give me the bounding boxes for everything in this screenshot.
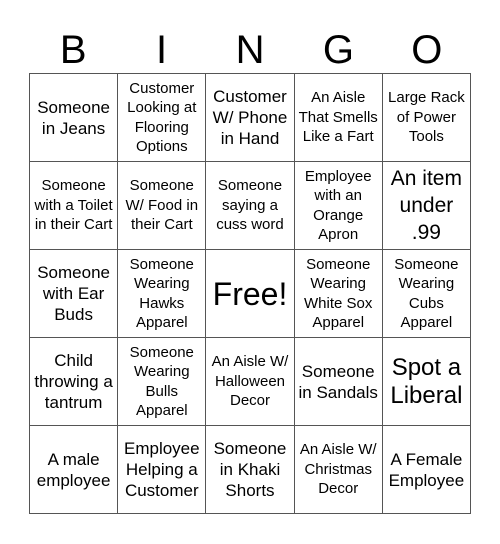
bingo-cell-r1-c4[interactable]: An Aisle That Smells Like a Fart bbox=[294, 74, 383, 162]
header-letter-b: B bbox=[59, 28, 87, 72]
free-space-cell[interactable]: Free! bbox=[206, 250, 295, 338]
bingo-cell-r4-c3[interactable]: An Aisle W/ Halloween Decor bbox=[206, 338, 295, 426]
bingo-cell-r1-c2[interactable]: Customer Looking at Flooring Options bbox=[118, 74, 207, 162]
bingo-cell-r4-c1[interactable]: Child throwing a tantrum bbox=[30, 338, 119, 426]
bingo-cell-r5-c3[interactable]: Someone in Khaki Shorts bbox=[206, 426, 295, 514]
header-letter-n: N bbox=[235, 28, 265, 72]
bingo-cell-r5-c4[interactable]: An Aisle W/ Christmas Decor bbox=[294, 426, 383, 514]
bingo-cell-r2-c5[interactable]: An item under .99 bbox=[382, 162, 471, 250]
bingo-cell-r5-c5[interactable]: A Female Employee bbox=[382, 426, 471, 514]
bingo-cell-r2-c4[interactable]: Employee with an Orange Apron bbox=[294, 162, 383, 250]
bingo-cell-r3-c1[interactable]: Someone with Ear Buds bbox=[30, 250, 119, 338]
bingo-cell-r1-c5[interactable]: Large Rack of Power Tools bbox=[382, 74, 471, 162]
bingo-cell-r2-c2[interactable]: Someone W/ Food in their Cart bbox=[118, 162, 207, 250]
bingo-cell-r1-c1[interactable]: Someone in Jeans bbox=[30, 74, 119, 162]
bingo-cell-r2-c3[interactable]: Someone saying a cuss word bbox=[206, 162, 295, 250]
bingo-cell-r3-c4[interactable]: Someone Wearing White Sox Apparel bbox=[294, 250, 383, 338]
bingo-grid: Someone in Jeans Customer Looking at Floo… bbox=[29, 73, 471, 514]
header-letter-g: G bbox=[322, 28, 354, 72]
bingo-cell-r4-c2[interactable]: Someone Wearing Bulls Apparel bbox=[118, 338, 207, 426]
header-letter-i: I bbox=[156, 28, 168, 72]
bingo-cell-r4-c5[interactable]: Spot a Liberal bbox=[382, 338, 471, 426]
bingo-cell-r5-c1[interactable]: A male employee bbox=[30, 426, 119, 514]
bingo-cell-r4-c4[interactable]: Someone in Sandals bbox=[294, 338, 383, 426]
bingo-cell-r3-c5[interactable]: Someone Wearing Cubs Apparel bbox=[382, 250, 471, 338]
bingo-cell-r1-c3[interactable]: Customer W/ Phone in Hand bbox=[206, 74, 295, 162]
bingo-cell-r3-c2[interactable]: Someone Wearing Hawks Apparel bbox=[118, 250, 207, 338]
bingo-cell-r2-c1[interactable]: Someone with a Toilet in their Cart bbox=[30, 162, 119, 250]
bingo-header: B I N G O bbox=[29, 28, 471, 72]
bingo-cell-r5-c2[interactable]: Employee Helping a Customer bbox=[118, 426, 207, 514]
header-letter-o: O bbox=[411, 28, 443, 72]
